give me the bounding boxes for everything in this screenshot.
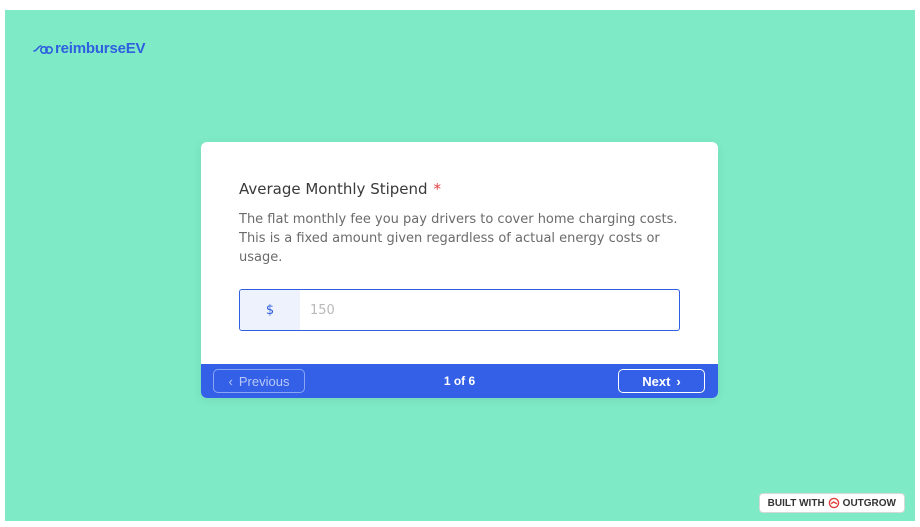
calculator-canvas: reimburseEV Average Monthly Stipend * Th… <box>5 10 915 521</box>
question-title: Average Monthly Stipend * <box>239 180 441 198</box>
logo-text: reimburseEV <box>55 40 146 57</box>
stipend-input-group: $ <box>239 289 680 331</box>
page: reimburseEV Average Monthly Stipend * Th… <box>0 0 920 527</box>
built-with-badge[interactable]: BUILT WITH OUTGROW <box>758 493 905 513</box>
required-marker: * <box>433 180 442 198</box>
next-button[interactable]: Next › <box>618 369 705 393</box>
stipend-amount-input[interactable] <box>300 290 679 330</box>
built-with-label: BUILT WITH <box>767 497 825 509</box>
chevron-left-icon: ‹ <box>228 373 233 389</box>
ev-plug-icon <box>33 42 53 56</box>
previous-button-label: Previous <box>238 373 290 389</box>
question-description: The flat monthly fee you pay drivers to … <box>239 212 678 265</box>
question-title-text: Average Monthly Stipend <box>239 180 428 198</box>
navigation-footer: ‹ Previous 1 of 6 Next › <box>201 364 718 398</box>
previous-button[interactable]: ‹ Previous <box>213 369 305 393</box>
outgrow-logo-icon <box>828 497 840 509</box>
chevron-right-icon: › <box>676 373 681 389</box>
outgrow-brand-label: OUTGROW <box>842 497 896 509</box>
next-button-label: Next <box>642 373 671 389</box>
currency-prefix: $ <box>240 290 300 330</box>
question-card: Average Monthly Stipend * The flat month… <box>201 142 718 398</box>
logo: reimburseEV <box>33 40 146 57</box>
